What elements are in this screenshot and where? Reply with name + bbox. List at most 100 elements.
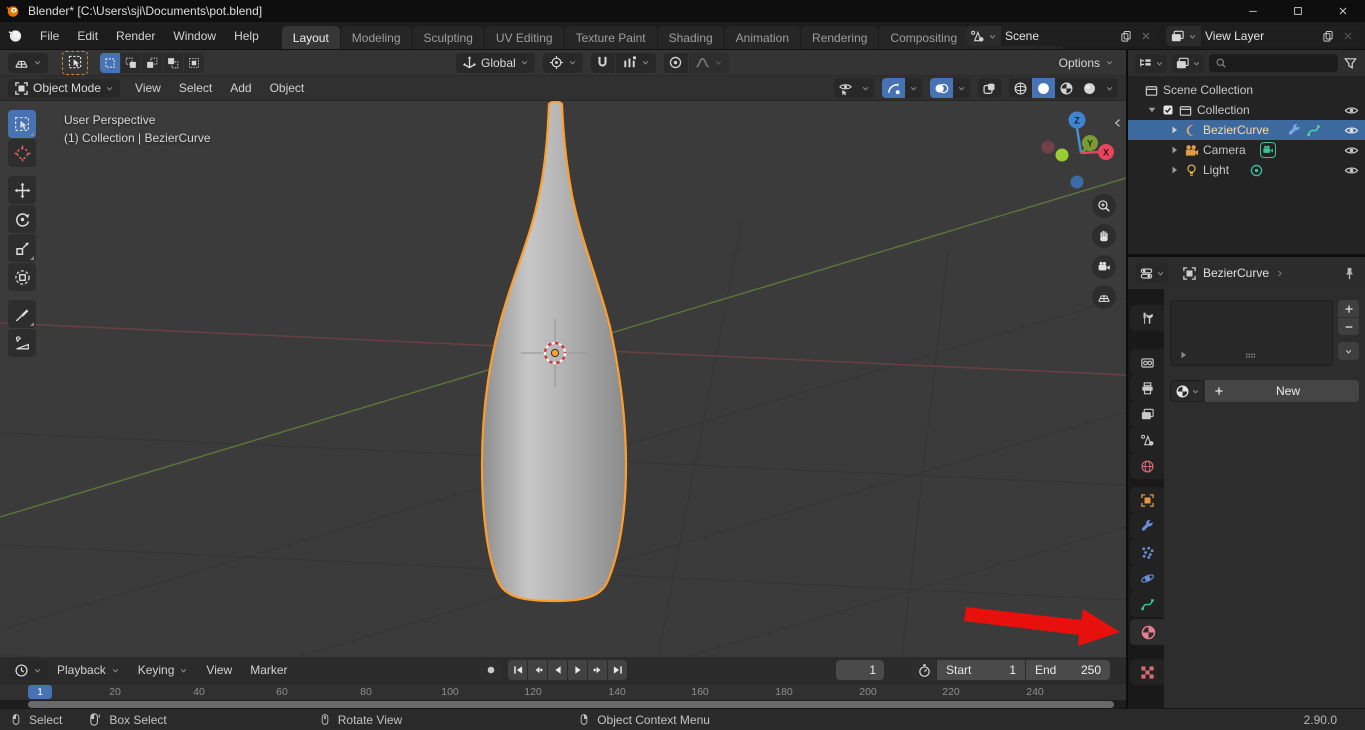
slot-specials-button[interactable] [1338,342,1359,360]
minimize-button[interactable] [1230,0,1275,22]
tab-view-layer[interactable] [1130,401,1164,427]
tab-shading[interactable]: Shading [658,26,724,49]
viewport-menu-object[interactable]: Object [261,76,314,100]
gizmo-neg-z-ball[interactable] [1071,176,1084,189]
outliner-row-collection[interactable]: Collection [1128,100,1365,120]
tab-object[interactable] [1130,487,1164,513]
tab-object-data[interactable] [1130,591,1164,617]
timeline-editor-type-button[interactable] [8,661,48,680]
zoom-button[interactable] [1092,194,1116,218]
show-gizmos-toggle[interactable] [882,78,905,98]
material-browse-button[interactable] [1170,380,1204,402]
tab-layout[interactable]: Layout [282,26,340,49]
proportional-editing-toggle[interactable] [664,53,688,73]
tool-annotate[interactable] [8,300,36,328]
view-layer-name-field[interactable]: View Layer [1201,26,1318,46]
scene-name-field[interactable]: Scene [1001,26,1116,46]
view-layer-delete-button[interactable] [1338,26,1360,46]
snap-settings-dropdown[interactable] [616,53,656,73]
material-slot-list[interactable] [1170,300,1333,366]
filter-funnel-icon[interactable] [1343,56,1358,71]
scene-new-button[interactable] [1116,26,1136,46]
expand-arrow-icon[interactable] [1168,124,1180,136]
tab-render[interactable] [1130,349,1164,375]
tool-move[interactable] [8,176,36,204]
gizmos-dropdown[interactable] [905,78,922,98]
view-layer-browse-button[interactable] [1166,26,1201,46]
tab-physics[interactable] [1130,565,1164,591]
tab-sculpting[interactable]: Sculpting [413,26,484,49]
menu-help[interactable]: Help [225,22,268,49]
current-frame-field[interactable]: 1 [836,660,884,680]
scene-browse-button[interactable] [966,26,1001,46]
show-overlays-toggle[interactable] [930,78,953,98]
tab-world[interactable] [1130,453,1164,479]
menu-render[interactable]: Render [107,22,164,49]
expand-arrow-icon[interactable] [1168,144,1180,156]
active-tool-indicator[interactable] [62,51,88,75]
hide-eye-icon[interactable] [1344,123,1359,138]
menu-window[interactable]: Window [164,22,225,49]
tab-compositing[interactable]: Compositing [879,26,968,49]
gizmo-neg-y-ball[interactable] [1056,149,1069,162]
outliner-row-camera[interactable]: Camera [1128,140,1365,160]
shading-material-button[interactable] [1055,78,1078,98]
tool-scale[interactable] [8,234,36,262]
tool-select-box[interactable] [8,110,36,138]
play-reverse-button[interactable] [548,660,567,680]
next-keyframe-button[interactable] [588,660,607,680]
tool-rotate[interactable] [8,205,36,233]
shading-wireframe-button[interactable] [1009,78,1032,98]
jump-to-end-button[interactable] [608,660,627,680]
playhead-marker[interactable]: 1 [28,685,52,699]
tab-particles[interactable] [1130,539,1164,565]
tab-texture-paint[interactable]: Texture Paint [565,26,657,49]
hide-eye-icon[interactable] [1344,103,1359,118]
outliner-row-scene-collection[interactable]: Scene Collection [1128,80,1365,100]
outliner-filter-dropdown[interactable] [1172,54,1204,73]
list-resize-grip-icon[interactable] [1243,348,1258,363]
new-material-button[interactable]: New [1205,380,1359,402]
prev-keyframe-button[interactable] [528,660,547,680]
select-mode-invert-button[interactable] [163,53,183,73]
pan-button[interactable] [1092,224,1116,248]
slot-remove-button[interactable] [1338,318,1359,335]
tab-rendering[interactable]: Rendering [801,26,878,49]
timeline-menu-marker[interactable]: Marker [241,657,296,683]
tab-uv-editing[interactable]: UV Editing [485,26,564,49]
tab-output[interactable] [1130,375,1164,401]
pin-icon[interactable] [1342,266,1357,281]
tab-material[interactable] [1130,619,1166,645]
frame-start-field[interactable]: Start1 [937,660,1025,680]
select-mode-intersect-button[interactable] [184,53,204,73]
collection-checkbox[interactable] [1162,104,1174,116]
tool-measure[interactable] [8,329,36,357]
snap-toggle-button[interactable] [591,53,615,73]
select-mode-set-button[interactable] [100,53,120,73]
hide-eye-icon[interactable] [1344,143,1359,158]
timeline-ruler[interactable]: 20 40 60 80 100 120 140 160 180 200 220 … [0,683,1126,700]
expand-arrow-icon[interactable] [1168,164,1180,176]
list-expand-icon[interactable] [1177,349,1189,361]
shading-dropdown[interactable] [1101,78,1118,98]
tab-texture[interactable] [1130,659,1164,685]
light-data-icon[interactable] [1249,163,1264,178]
scene-delete-button[interactable] [1136,26,1158,46]
tab-modifiers[interactable] [1130,513,1164,539]
properties-editor-type-button[interactable] [1136,263,1168,283]
viewport-canvas[interactable]: Z Y X User Perspective (1) Collection | … [0,101,1126,657]
shading-solid-button[interactable] [1032,78,1055,98]
use-preview-range-toggle[interactable] [912,660,936,680]
pivot-point-dropdown[interactable] [543,53,583,73]
editor-type-button[interactable] [8,53,48,73]
viewport-menu-add[interactable]: Add [221,76,260,100]
mode-dropdown[interactable]: Object Mode [8,79,120,98]
slot-add-button[interactable] [1338,300,1359,317]
select-mode-extend-button[interactable] [121,53,141,73]
sidebar-collapse-icon[interactable] [1116,120,1120,127]
viewport-menu-view[interactable]: View [126,76,170,100]
select-mode-subtract-button[interactable] [142,53,162,73]
shading-rendered-button[interactable] [1078,78,1101,98]
camera-data-badge[interactable] [1260,142,1276,158]
tab-animation[interactable]: Animation [725,26,800,49]
